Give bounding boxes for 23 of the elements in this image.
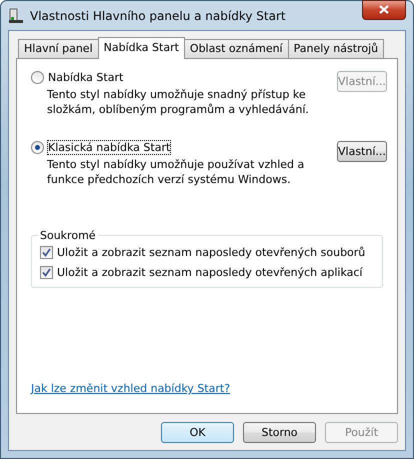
- help-link[interactable]: Jak lze změnit vzhled nabídky Start?: [31, 382, 383, 395]
- radio-button[interactable]: [31, 141, 44, 154]
- window-title: Vlastnosti Hlavního panelu a nabídky Start: [30, 8, 287, 22]
- radio-label[interactable]: Klasická nabídka Start: [48, 141, 170, 154]
- tab[interactable]: Nabídka Start: [98, 37, 185, 59]
- close-icon: [379, 5, 389, 14]
- tab[interactable]: Oblast oznámení: [184, 39, 289, 58]
- option-description: Tento styl nabídky umožňuje používat vzhled a funkce předchozích verzí systému Windows.: [47, 157, 306, 187]
- dialog-button[interactable]: OK: [161, 422, 234, 443]
- tab[interactable]: Panely nástrojů: [288, 39, 384, 58]
- checkbox[interactable]: [40, 266, 53, 279]
- customize-button[interactable]: Vlastní...: [337, 141, 387, 162]
- group-title: Soukromé: [39, 229, 97, 242]
- checkbox[interactable]: [40, 246, 53, 259]
- dialog-button[interactable]: Storno: [243, 422, 316, 443]
- radio-button[interactable]: [31, 71, 44, 84]
- checkbox-label[interactable]: Uložit a zobrazit seznam naposledy otevřených souborů: [57, 246, 366, 259]
- option-description: Tento styl nabídky umožňuje snadný přístup ke složkám, oblíbeným programům a vyhledávání.: [47, 87, 310, 117]
- radio-label[interactable]: Nabídka Start: [48, 71, 124, 84]
- taskbar-icon: [8, 8, 24, 24]
- checkbox-label[interactable]: Uložit a zobrazit seznam naposledy otevřených aplikací: [57, 266, 362, 279]
- close-button[interactable]: [362, 0, 406, 20]
- tab[interactable]: Hlavní panel: [18, 39, 99, 58]
